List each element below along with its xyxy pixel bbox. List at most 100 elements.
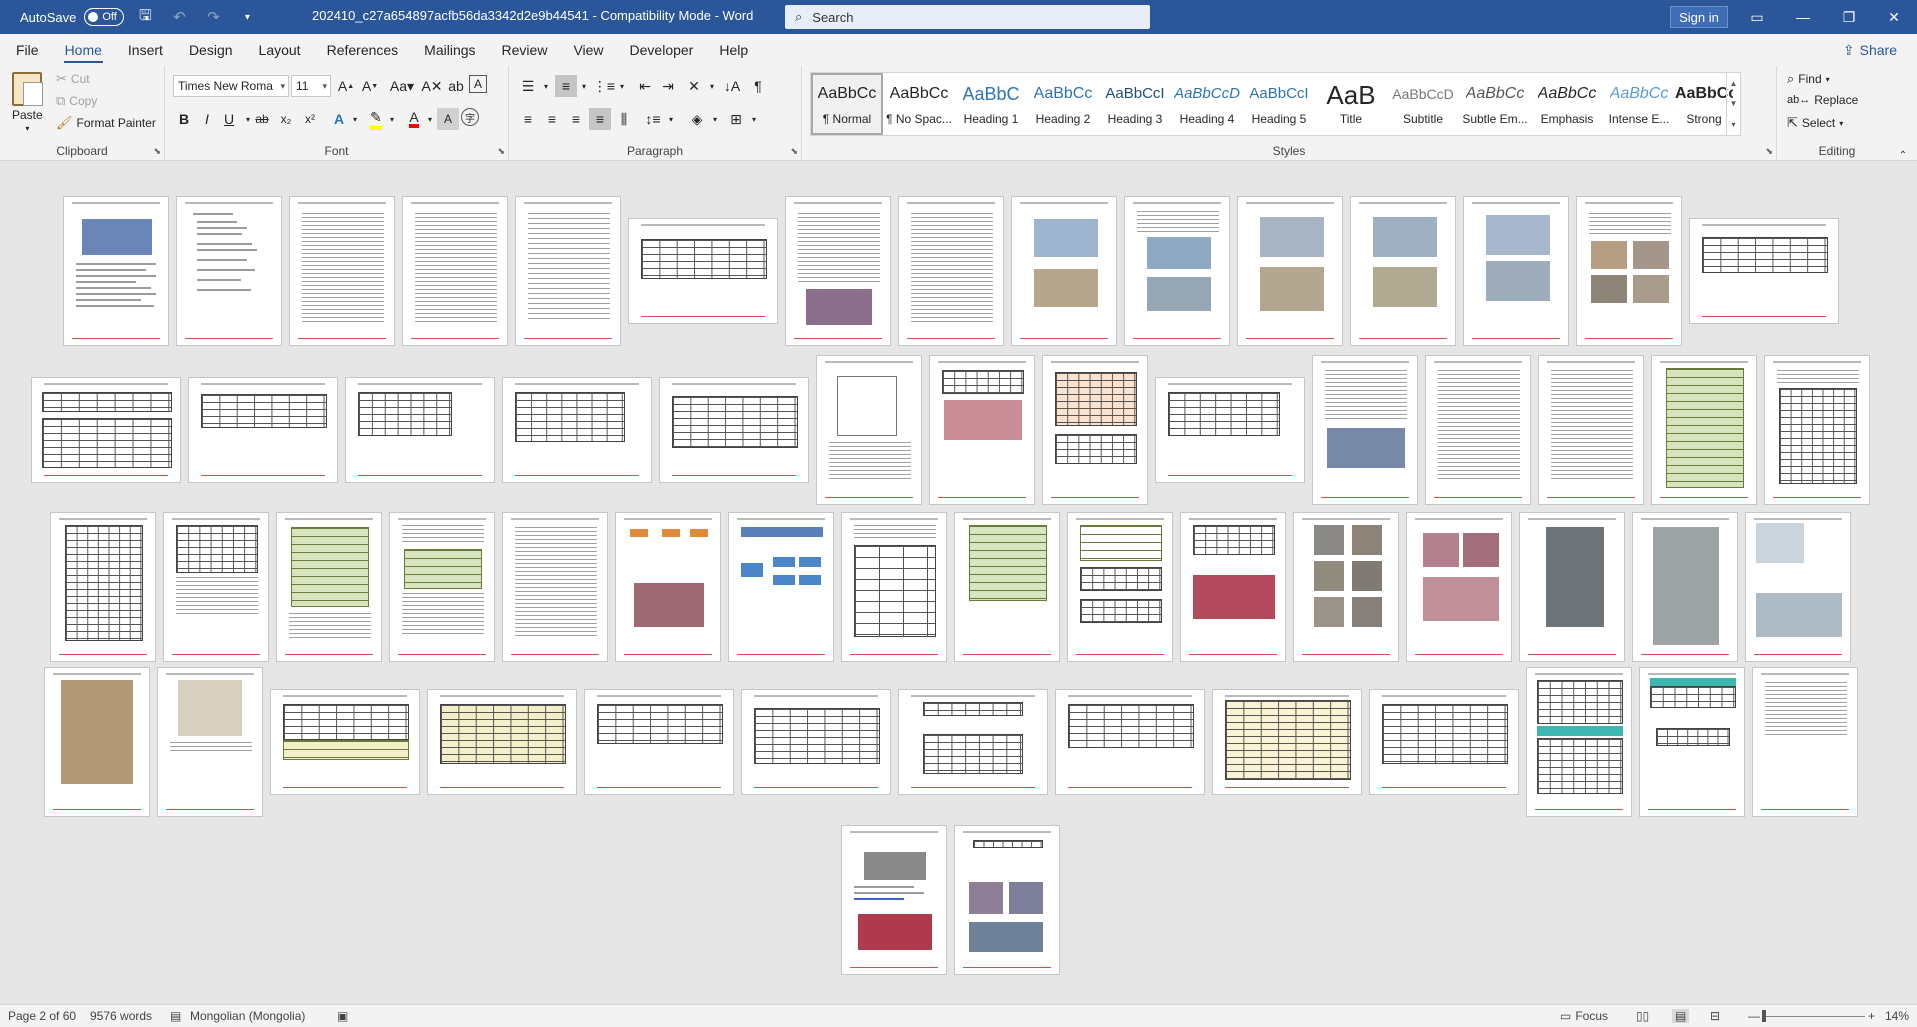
document-canvas[interactable] xyxy=(0,162,1917,1004)
page-thumbnail[interactable] xyxy=(954,512,1060,662)
align-left-icon[interactable]: ≡ xyxy=(517,108,539,130)
chevron-down-icon[interactable]: ▾ xyxy=(611,75,633,97)
style-strong[interactable]: AaBbCc Strong xyxy=(1675,73,1733,135)
page-thumbnail[interactable] xyxy=(1293,512,1399,662)
page-thumbnail[interactable] xyxy=(1067,512,1173,662)
page-thumbnail[interactable] xyxy=(1538,355,1644,505)
redo-icon[interactable]: ↷ xyxy=(200,4,226,30)
page-thumbnail[interactable] xyxy=(816,355,922,505)
page-thumbnail[interactable] xyxy=(615,512,721,662)
subscript-icon[interactable]: x₂ xyxy=(275,108,297,130)
page-thumbnail[interactable] xyxy=(785,196,891,346)
style-no-spacing[interactable]: AaBbCc ¶ No Spac... xyxy=(883,73,955,135)
font-size-combo[interactable]: 11 ▾ xyxy=(291,75,331,97)
dialog-launcher-icon[interactable]: ⬊ xyxy=(153,146,161,157)
page-thumbnail[interactable] xyxy=(163,512,269,662)
page-thumbnail[interactable] xyxy=(1124,196,1230,346)
align-right-icon[interactable]: ≡ xyxy=(565,108,587,130)
justify-icon[interactable]: ≡ xyxy=(589,108,611,130)
page-thumbnail[interactable] xyxy=(1350,196,1456,346)
page-thumbnail[interactable] xyxy=(176,196,282,346)
style-heading-3[interactable]: AaBbCcI Heading 3 xyxy=(1099,73,1171,135)
style-heading-5[interactable]: AaBbCcI Heading 5 xyxy=(1243,73,1315,135)
customize-qat-icon[interactable]: ▾ xyxy=(234,4,260,30)
increase-indent-icon[interactable]: ⇥ xyxy=(657,75,679,97)
show-formatting-marks-icon[interactable]: ¶ xyxy=(747,75,769,97)
tab-references[interactable]: References xyxy=(314,34,412,66)
tab-home[interactable]: Home xyxy=(52,34,115,66)
page-thumbnail[interactable] xyxy=(50,512,156,662)
page-thumbnail[interactable] xyxy=(1639,667,1745,817)
phonetic-guide-icon[interactable]: ab xyxy=(445,75,467,97)
page-thumbnail[interactable] xyxy=(1312,355,1418,505)
superscript-icon[interactable]: x² xyxy=(299,108,321,130)
zoom-in-icon[interactable]: + xyxy=(1868,1009,1875,1023)
page-thumbnail[interactable] xyxy=(1745,512,1851,662)
chevron-down-icon[interactable]: ▾ xyxy=(660,108,682,130)
page-thumbnail[interactable] xyxy=(1406,512,1512,662)
dialog-launcher-icon[interactable]: ⬊ xyxy=(790,146,798,157)
proofing-icon[interactable]: ▤ xyxy=(170,1009,181,1023)
minimize-icon[interactable]: — xyxy=(1780,0,1826,34)
page-thumbnail[interactable] xyxy=(402,196,508,346)
zoom-level[interactable]: 14% xyxy=(1885,1009,1909,1023)
print-layout-icon[interactable]: ▤ xyxy=(1672,1009,1690,1023)
page-thumbnail[interactable] xyxy=(1180,512,1286,662)
align-center-icon[interactable]: ≡ xyxy=(541,108,563,130)
page-thumbnail[interactable] xyxy=(1011,196,1117,346)
page-thumbnail[interactable] xyxy=(515,196,621,346)
page-thumbnail[interactable] xyxy=(929,355,1035,505)
enclose-characters-icon[interactable]: A xyxy=(469,75,487,93)
page-thumbnail[interactable] xyxy=(1752,667,1858,817)
zoom-slider[interactable] xyxy=(1765,1016,1865,1017)
chevron-down-icon[interactable]: ▾ xyxy=(573,75,595,97)
character-shading-icon[interactable]: A xyxy=(437,108,459,130)
enclose-character-icon[interactable]: 字 xyxy=(461,108,479,126)
page-thumbnail[interactable] xyxy=(1526,667,1632,817)
page-thumbnail[interactable] xyxy=(345,377,495,483)
ribbon-display-options-icon[interactable]: ▭ xyxy=(1734,0,1780,34)
clear-formatting-icon[interactable]: A✕ xyxy=(421,75,443,97)
zoom-out-icon[interactable]: — xyxy=(1748,1009,1760,1023)
select-button[interactable]: ⇱ Select ▾ xyxy=(1787,115,1843,131)
tab-design[interactable]: Design xyxy=(176,34,246,66)
shrink-font-icon[interactable]: A ▼ xyxy=(359,75,381,97)
tab-view[interactable]: View xyxy=(560,34,616,66)
page-thumbnail[interactable] xyxy=(270,689,420,795)
change-case-icon[interactable]: Aa▾ xyxy=(387,75,417,97)
style-heading-1[interactable]: AaBbC Heading 1 xyxy=(955,73,1027,135)
web-layout-icon[interactable]: ⊟ xyxy=(1710,1009,1720,1023)
page-thumbnail[interactable] xyxy=(1425,355,1531,505)
page-thumbnail[interactable] xyxy=(1155,377,1305,483)
word-count[interactable]: 9576 words xyxy=(90,1009,152,1023)
page-thumbnail[interactable] xyxy=(389,512,495,662)
format-painter-button[interactable]: 🖌 Format Painter xyxy=(56,115,156,131)
strikethrough-icon[interactable]: ab xyxy=(251,108,273,130)
close-icon[interactable]: ✕ xyxy=(1871,0,1917,34)
chevron-down-icon[interactable]: ▾ xyxy=(704,108,726,130)
page-thumbnail[interactable] xyxy=(1055,689,1205,795)
page-thumbnail[interactable] xyxy=(898,196,1004,346)
page-thumbnail[interactable] xyxy=(628,218,778,324)
font-name-combo[interactable]: Times New Roma ▾ xyxy=(173,75,289,97)
language-indicator[interactable]: Mongolian (Mongolia) xyxy=(190,1009,305,1023)
focus-button[interactable]: ▭ Focus xyxy=(1560,1009,1608,1023)
page-thumbnail[interactable] xyxy=(898,689,1048,795)
italic-icon[interactable]: I xyxy=(196,108,218,130)
save-icon[interactable]: 🖫 xyxy=(132,4,158,30)
page-thumbnail[interactable] xyxy=(1651,355,1757,505)
page-thumbnail[interactable] xyxy=(289,196,395,346)
tab-layout[interactable]: Layout xyxy=(246,34,314,66)
search-box[interactable]: ⌕ Search xyxy=(785,5,1150,29)
page-thumbnail[interactable] xyxy=(659,377,809,483)
chevron-down-icon[interactable]: ▾ xyxy=(535,75,557,97)
sort-icon[interactable]: ↓A xyxy=(721,75,743,97)
paste-button[interactable]: Paste ▾ xyxy=(12,72,44,133)
page-thumbnail[interactable] xyxy=(1237,196,1343,346)
share-button[interactable]: ⇪ Share xyxy=(1837,38,1903,62)
page-thumbnail[interactable] xyxy=(502,377,652,483)
scroll-down-icon[interactable]: ▼ xyxy=(1730,99,1738,108)
dialog-launcher-icon[interactable]: ⬊ xyxy=(1765,146,1773,157)
cut-button[interactable]: ✂ Cut xyxy=(56,71,90,87)
page-thumbnail[interactable] xyxy=(584,689,734,795)
